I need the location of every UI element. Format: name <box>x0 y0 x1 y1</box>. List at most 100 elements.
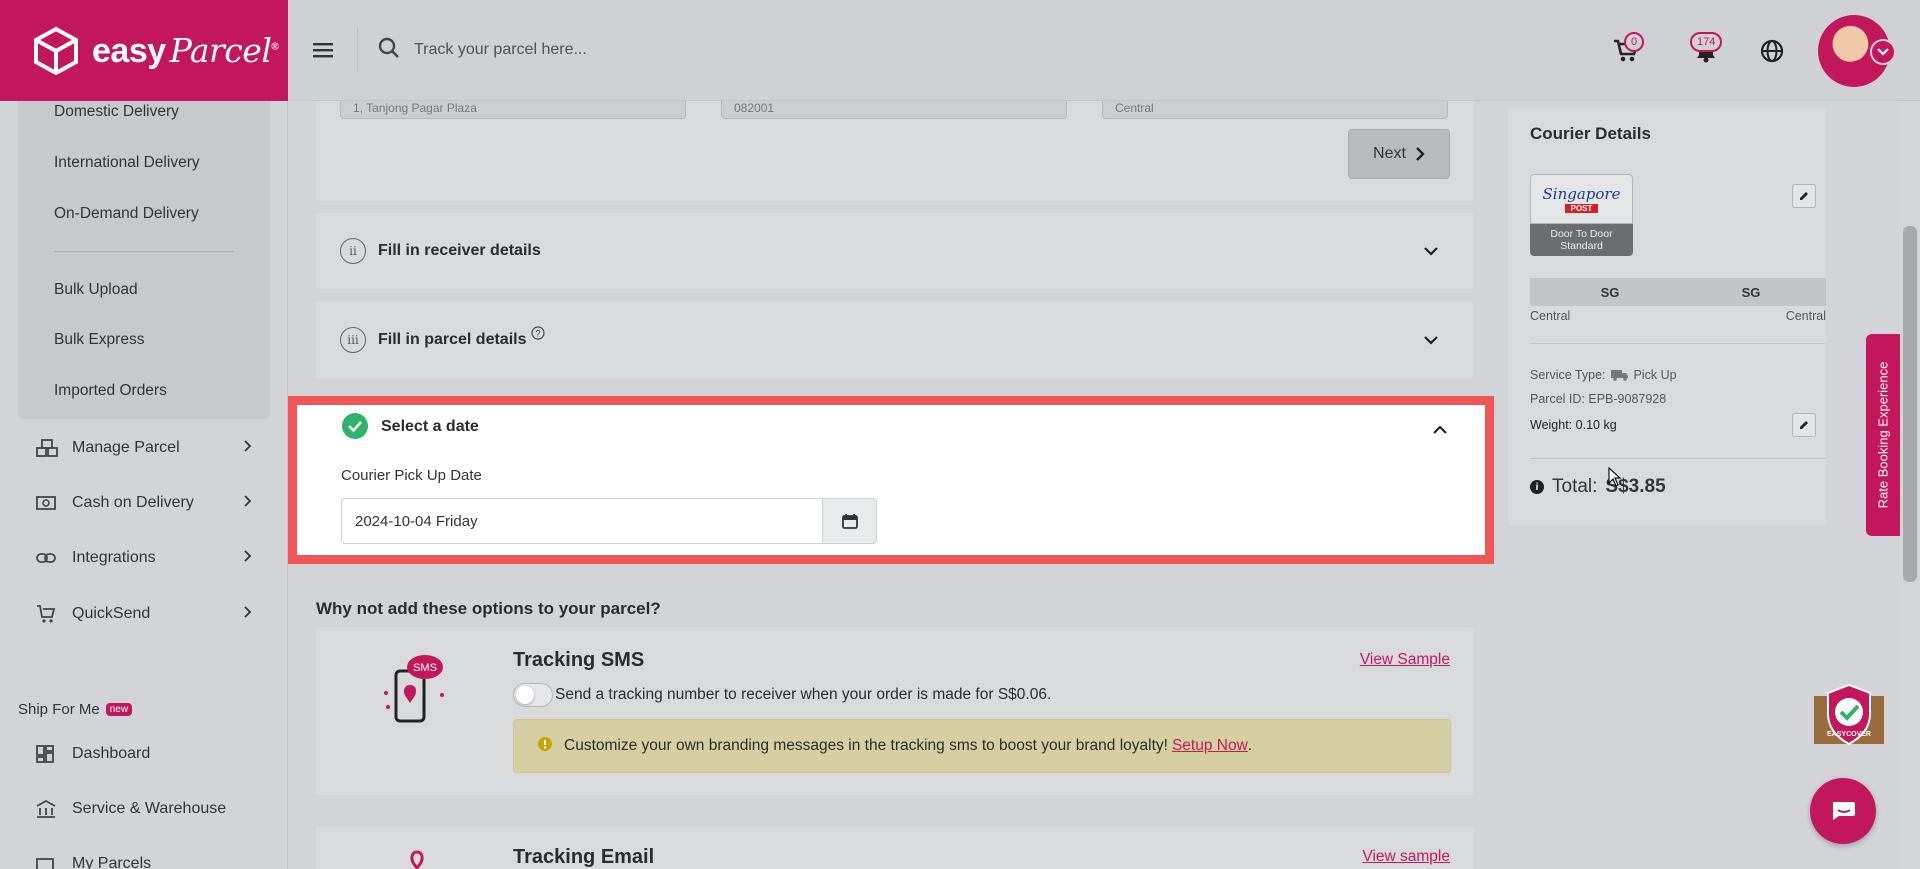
sidebar-item-manage-parcel[interactable]: Manage Parcel <box>36 439 252 457</box>
sidebar-item-label: Dashboard <box>72 745 151 762</box>
submenu-divider <box>54 251 234 252</box>
pencil-icon <box>1800 192 1808 200</box>
sidebar-item-quicksend[interactable]: QuickSend <box>36 604 252 624</box>
boxes-icon <box>36 439 58 457</box>
sender-address-field[interactable]: 1, Tanjong Pagar Plaza <box>340 101 686 119</box>
singpost-logo: Singapore POST <box>1530 174 1633 224</box>
sender-postcode-field[interactable]: 082001 <box>721 101 1067 119</box>
courier-logo-sub: POST <box>1564 204 1599 213</box>
ship-for-me-heading: Ship For Me new <box>18 701 133 718</box>
from-region: Central <box>1530 309 1571 323</box>
sender-details-card: 1, Tanjong Pagar Plaza 082001 Central Ne… <box>316 101 1474 201</box>
chevron-right-icon <box>244 439 252 457</box>
view-sample-link[interactable]: View Sample <box>1360 651 1450 669</box>
service-type: Service Type: Pick Up <box>1530 368 1677 382</box>
chevron-right-icon <box>244 605 252 623</box>
sidebar-item-label: My Parcels <box>72 855 152 869</box>
cart-button[interactable]: 0 <box>1606 31 1646 71</box>
select-date-step: Select a date Courier Pick Up Date 2024-… <box>288 396 1494 564</box>
sidebar-item-label: Cash on Delivery <box>72 494 194 511</box>
tracking-sms-toggle[interactable] <box>513 683 553 707</box>
new-badge: new <box>105 703 133 716</box>
top-bar: Track your parcel here... 0 174 <box>288 0 1920 101</box>
chevron-down-icon[interactable] <box>1424 243 1438 260</box>
step-title: Fill in parcel details <box>378 331 527 348</box>
cart-plus-icon <box>36 604 58 624</box>
divider <box>1530 343 1826 344</box>
courier-logo-text: Singapore <box>1542 185 1621 203</box>
scrollbar-thumb[interactable] <box>1903 226 1917 582</box>
user-avatar[interactable] <box>1818 14 1896 87</box>
chevron-right-icon <box>244 549 252 567</box>
sidebar-item-service-warehouse[interactable]: Service & Warehouse <box>36 800 252 818</box>
chevron-right-icon <box>1416 147 1425 161</box>
easycover-shield-icon[interactable]: EASYCOVER <box>1810 682 1888 752</box>
cash-icon <box>36 495 58 511</box>
route-to: SG <box>1676 278 1826 306</box>
to-region: Central <box>1785 309 1826 323</box>
weight: Weight: 0.10 kg <box>1530 418 1617 432</box>
sidebar-item-bulk-upload[interactable]: Bulk Upload <box>54 281 138 299</box>
search-input[interactable]: Track your parcel here... <box>414 41 587 59</box>
next-button[interactable]: Next <box>1348 129 1450 179</box>
help-icon[interactable]: ? <box>530 326 545 344</box>
tracking-email-title: Tracking Email <box>513 846 655 868</box>
parcel-id: Parcel ID: EPB-9087928 <box>1530 392 1667 406</box>
tracking-email-option: Tracking Email View sample <box>316 826 1474 869</box>
calendar-button[interactable] <box>822 498 877 544</box>
truck-icon <box>1610 370 1628 381</box>
notice-end: . <box>1247 737 1253 754</box>
link-icon <box>36 552 58 564</box>
pickup-date-input[interactable]: 2024-10-04 Friday <box>341 498 823 544</box>
sidebar-item-imported-orders[interactable]: Imported Orders <box>54 382 167 400</box>
info-icon[interactable]: i <box>1530 480 1544 494</box>
sidebar-item-on-demand-delivery[interactable]: On-Demand Delivery <box>54 205 199 223</box>
chevron-down-icon[interactable] <box>1870 38 1896 65</box>
branding-notice: Customize your own branding messages in … <box>513 719 1451 773</box>
sidebar-item-domestic-delivery[interactable]: Domestic Delivery <box>54 103 179 121</box>
chevron-down-icon[interactable] <box>1424 332 1438 349</box>
sidebar-item-label: Manage Parcel <box>72 439 180 456</box>
sidebar-item-international-delivery[interactable]: International Delivery <box>54 154 200 172</box>
courier-details-panel: Courier Details Singapore POST Door To D… <box>1508 108 1826 526</box>
create-shipment-submenu <box>18 101 270 419</box>
sidebar-item-bulk-express[interactable]: Bulk Express <box>54 331 144 349</box>
notification-count-badge: 174 <box>1690 31 1723 52</box>
notification-button[interactable]: 174 <box>1686 31 1726 71</box>
sender-state-field[interactable]: Central <box>1102 101 1448 119</box>
sidebar-item-cash-on-delivery[interactable]: Cash on Delivery <box>36 494 252 512</box>
step-title: Fill in receiver details <box>378 242 541 259</box>
parcel-details-step[interactable]: iii Fill in parcel details ? <box>316 302 1474 378</box>
logo-box-icon <box>30 25 82 77</box>
mouse-cursor-icon <box>1608 466 1622 491</box>
edit-courier-button[interactable] <box>1792 184 1816 208</box>
parcel-icon <box>36 855 58 869</box>
dashboard-icon <box>36 745 58 763</box>
tracking-sms-title: Tracking SMS <box>513 649 645 671</box>
rate-booking-experience-tab[interactable]: Rate Booking Experience <box>1866 334 1900 536</box>
view-sample-link[interactable]: View sample <box>1362 848 1450 866</box>
chevron-up-icon[interactable] <box>1433 421 1447 438</box>
email-icon <box>392 850 442 869</box>
logo-text: easy Parcel® <box>92 30 279 70</box>
step-title: Select a date <box>381 418 479 435</box>
brand-logo[interactable]: easy Parcel® <box>0 0 288 101</box>
edit-weight-button[interactable] <box>1792 413 1816 437</box>
rate-tab-label: Rate Booking Experience <box>1875 361 1891 509</box>
receiver-details-step[interactable]: ii Fill in receiver details <box>316 213 1474 289</box>
pickup-date-label: Courier Pick Up Date <box>341 467 482 484</box>
chat-button[interactable] <box>1810 778 1876 844</box>
sms-phone-icon: SMS <box>376 651 452 731</box>
sidebar-item-integrations[interactable]: Integrations <box>36 549 252 567</box>
setup-now-link[interactable]: Setup Now <box>1172 737 1248 755</box>
search-bar[interactable]: Track your parcel here... <box>378 37 587 63</box>
sms-bubble-text: SMS <box>413 662 437 674</box>
hamburger-menu-icon[interactable] <box>288 27 358 73</box>
scrollbar[interactable] <box>1900 101 1920 869</box>
divider <box>1530 458 1826 459</box>
svg-text:?: ? <box>535 329 540 339</box>
sidebar-item-dashboard[interactable]: Dashboard <box>36 745 252 763</box>
language-button[interactable] <box>1752 31 1792 71</box>
sidebar-item-my-parcels[interactable]: My Parcels <box>36 855 252 869</box>
step-number-iii: iii <box>340 327 366 353</box>
